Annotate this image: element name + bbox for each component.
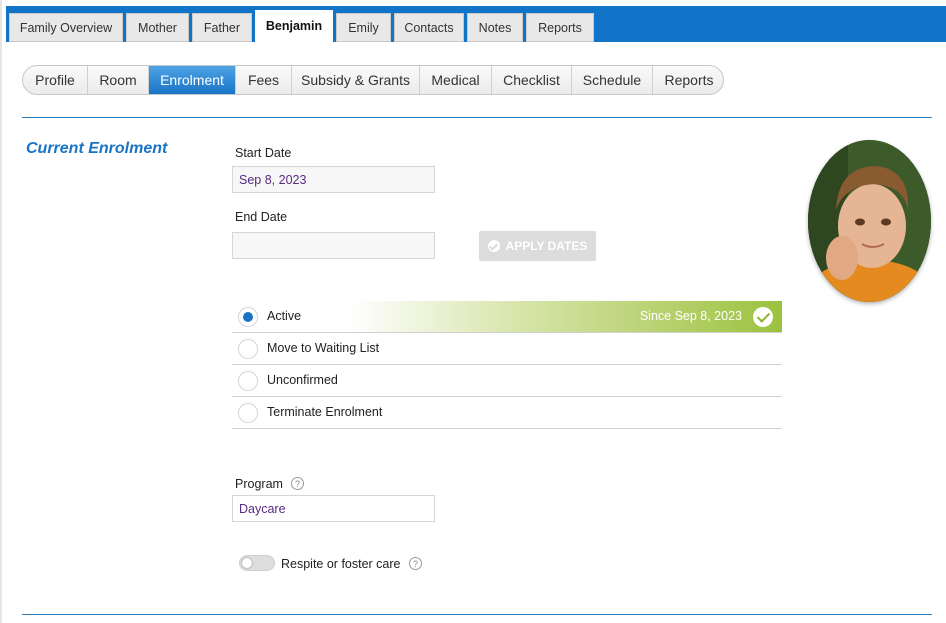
tab-notes[interactable]: Notes xyxy=(467,13,523,42)
subtab-label: Fees xyxy=(247,72,280,88)
radio-button[interactable] xyxy=(238,307,258,327)
apply-dates-button[interactable]: APPLY DATES xyxy=(479,231,596,261)
tab-label: Notes xyxy=(478,20,512,35)
subtab-medical[interactable]: Medical xyxy=(420,66,492,94)
child-sub-tab-bar: Profile Room Enrolment Fees Subsidy & Gr… xyxy=(22,65,724,95)
tab-mother[interactable]: Mother xyxy=(126,13,189,42)
tab-label: Contacts xyxy=(404,20,454,35)
start-date-input[interactable]: Sep 8, 2023 xyxy=(232,166,435,193)
status-label: Active xyxy=(267,309,302,323)
section-title: Current Enrolment xyxy=(26,140,168,157)
toggle-knob xyxy=(241,557,253,569)
program-label: Program xyxy=(235,477,283,491)
subtab-schedule[interactable]: Schedule xyxy=(572,66,653,94)
subtab-fees[interactable]: Fees xyxy=(236,66,292,94)
subtab-subsidy-grants[interactable]: Subsidy & Grants xyxy=(292,66,420,94)
tab-label: Father xyxy=(203,20,241,35)
subtab-enrolment[interactable]: Enrolment xyxy=(149,66,236,94)
subtab-checklist[interactable]: Checklist xyxy=(492,66,572,94)
end-date-label: End Date xyxy=(235,210,288,224)
tab-family-overview[interactable]: Family Overview xyxy=(9,13,123,42)
status-option-terminate[interactable]: Terminate Enrolment xyxy=(232,397,782,429)
status-label: Terminate Enrolment xyxy=(267,405,383,419)
tab-benjamin[interactable]: Benjamin xyxy=(255,10,333,42)
tab-label: Emily xyxy=(348,20,379,35)
end-date-input[interactable] xyxy=(232,232,435,259)
status-option-active[interactable]: Active Since Sep 8, 2023 xyxy=(232,301,782,333)
help-icon[interactable]: ? xyxy=(409,557,422,570)
status-label: Unconfirmed xyxy=(267,373,338,387)
radio-button[interactable] xyxy=(238,403,258,423)
child-photo xyxy=(808,140,931,302)
subtab-label: Reports xyxy=(664,72,714,88)
help-icon[interactable]: ? xyxy=(291,477,304,490)
tab-contacts[interactable]: Contacts xyxy=(394,13,464,42)
subtab-label: Room xyxy=(99,72,137,88)
status-option-waiting-list[interactable]: Move to Waiting List xyxy=(232,333,782,365)
tab-label: Benjamin xyxy=(265,19,323,33)
subtab-label: Profile xyxy=(35,72,75,88)
subtab-label: Medical xyxy=(431,72,480,88)
apply-dates-label: APPLY DATES xyxy=(505,239,588,253)
family-tab-bar: Family Overview Mother Father Benjamin E… xyxy=(6,6,946,42)
bottom-divider xyxy=(22,614,932,615)
subtab-label: Subsidy & Grants xyxy=(301,72,410,88)
tab-label: Reports xyxy=(538,20,582,35)
subtab-reports[interactable]: Reports xyxy=(653,66,723,94)
tab-label: Mother xyxy=(138,20,177,35)
tab-emily[interactable]: Emily xyxy=(336,13,391,42)
check-circle-icon xyxy=(487,240,500,252)
start-date-label: Start Date xyxy=(235,146,292,160)
radio-button[interactable] xyxy=(238,339,258,359)
check-circle-icon xyxy=(753,307,773,327)
status-option-unconfirmed[interactable]: Unconfirmed xyxy=(232,365,782,397)
subtab-label: Schedule xyxy=(582,72,642,88)
subtab-label: Enrolment xyxy=(160,72,224,88)
tab-reports[interactable]: Reports xyxy=(526,13,594,42)
subtab-label: Checklist xyxy=(503,72,560,88)
status-label: Move to Waiting List xyxy=(267,341,380,355)
tab-label: Family Overview xyxy=(19,20,113,35)
radio-button[interactable] xyxy=(238,371,258,391)
respite-label: Respite or foster care xyxy=(281,557,401,571)
active-since-text: Since Sep 8, 2023 xyxy=(639,309,742,323)
subtab-profile[interactable]: Profile xyxy=(23,66,88,94)
avatar xyxy=(808,140,931,302)
subtab-room[interactable]: Room xyxy=(88,66,149,94)
left-border xyxy=(0,0,2,623)
program-select[interactable]: Daycare xyxy=(232,495,435,522)
tab-father[interactable]: Father xyxy=(192,13,252,42)
respite-toggle[interactable] xyxy=(239,555,275,571)
top-divider xyxy=(22,117,932,118)
